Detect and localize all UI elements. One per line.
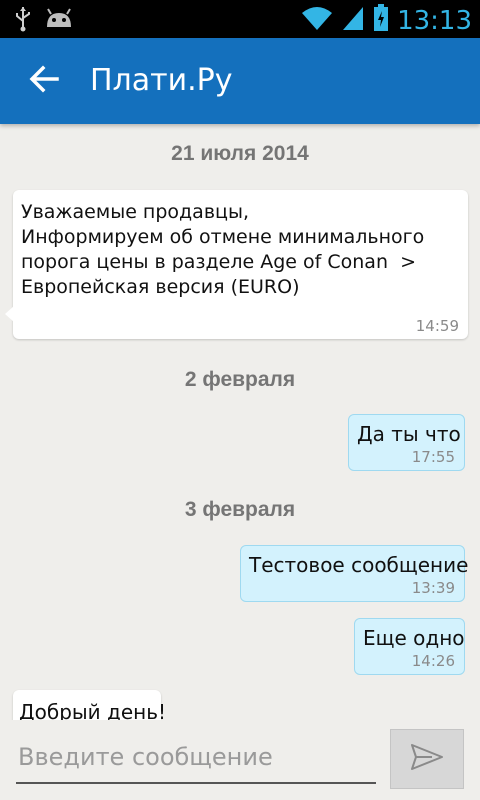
date-separator: 21 июля 2014 [171,142,309,165]
battery-icon [373,4,389,37]
back-button[interactable] [22,59,66,103]
send-button[interactable] [390,729,464,789]
message-time: 13:39 [411,579,455,597]
message-text: Тестовое сообщение [249,553,469,577]
date-separator: 3 февраля [184,498,296,521]
message-incoming[interactable]: Уважаемые продавцы, Информируем об отмен… [5,190,468,339]
status-bar: 13:13 [0,0,480,38]
page-title: Плати.Ру [90,63,233,98]
wifi-icon [301,5,333,36]
message-outgoing[interactable]: Еще одно 14:26 [354,618,465,675]
message-time: 14:59 [415,317,459,335]
message-incoming[interactable]: Добрый день! [13,690,166,720]
message-time: 17:55 [411,448,455,466]
message-text: Да ты что [357,422,461,446]
clock: 13:13 [397,5,472,36]
message-input[interactable] [16,732,376,784]
send-icon [410,743,444,776]
signal-icon [341,5,365,36]
message-outgoing[interactable]: Тестовое сообщение 13:39 [240,545,469,602]
usb-icon [14,6,32,37]
arrow-left-icon [29,65,59,98]
date-separator: 2 февраля [184,368,296,391]
message-text: Уважаемые продавцы, Информируем об отмен… [21,201,425,298]
app-bar: Плати.Ру [0,38,480,124]
message-text: Добрый день! [19,700,167,720]
message-time: 14:26 [411,652,455,670]
message-text: Еще одно [363,626,465,650]
composer-bar [0,720,480,800]
message-list[interactable]: 21 июля 2014 Уважаемые продавцы, Информи… [0,124,480,720]
message-outgoing[interactable]: Да ты что 17:55 [348,414,465,471]
android-icon [44,7,74,36]
